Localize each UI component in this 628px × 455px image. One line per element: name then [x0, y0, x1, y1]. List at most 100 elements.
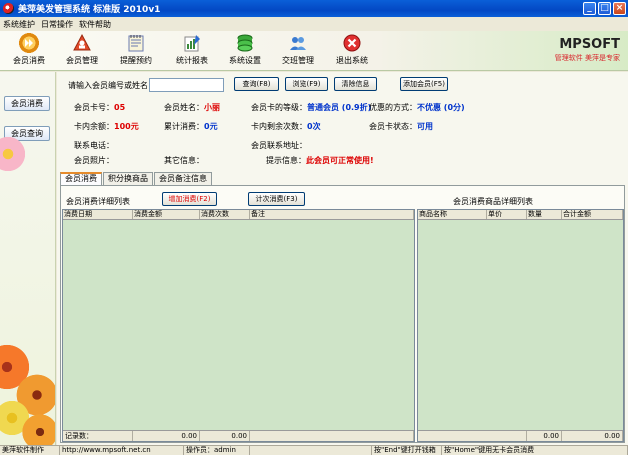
toolbar: 会员消费 会员管理 提醒预约 统计报表 系统设置 交班管理 退出系统 MPSOF…: [0, 31, 628, 71]
tab-panel-consume: 会员消费详细列表 增加消费(F2) 计次消费(F3) 会员消费商品详细列表 消费…: [60, 185, 625, 443]
sidebar: 会员消费 会员查询: [0, 72, 56, 445]
toolbar-label: 会员消费: [13, 56, 45, 65]
consume-goods-title: 会员消费商品详细列表: [453, 197, 533, 206]
sidebar-member-consume-button[interactable]: 会员消费: [4, 96, 50, 111]
report-icon: [182, 33, 202, 53]
window-controls: _ □ ×: [583, 2, 626, 15]
level-value: 普通会员 (0.9折): [307, 103, 372, 112]
status-end-key-hint: 按"End"键打开钱箱: [372, 446, 442, 455]
toolbar-label: 退出系统: [336, 56, 368, 65]
discount-label: 优惠的方式：: [369, 103, 417, 112]
consume-goods-grid[interactable]: 商品名称 单价 数量 合计金额 0.00 0.00: [417, 209, 624, 442]
count-consume-button[interactable]: 计次消费(F3): [248, 192, 305, 206]
balance-field: 卡内余额：100元: [74, 121, 139, 132]
total-field: 累计消费：0元: [164, 121, 218, 132]
sum-amount: 0.00: [133, 431, 200, 441]
mpsoft-logo: MPSOFT 管理软件 美萍是专家: [555, 37, 620, 63]
toolbar-label: 统计报表: [176, 56, 208, 65]
settings-stack-icon: [235, 33, 255, 53]
level-field: 会员卡的等级：普通会员 (0.9折): [251, 102, 371, 113]
times-value: 0次: [307, 122, 321, 131]
toolbar-label: 系统设置: [229, 56, 261, 65]
footer-blank: [418, 431, 527, 441]
record-count-label: 记录数：: [63, 431, 133, 441]
toolbar-exit-button[interactable]: 退出系统: [329, 33, 375, 69]
col-consume-amount[interactable]: 消费金额: [133, 210, 200, 219]
minimize-button[interactable]: _: [583, 2, 596, 15]
grid-header: 商品名称 单价 数量 合计金额: [418, 210, 623, 220]
address-field: 会员联系地址：: [251, 140, 307, 151]
toolbar-member-consume-button[interactable]: 会员消费: [6, 33, 52, 69]
flower-decoration: [20, 412, 55, 445]
phone-field: 联系电话：: [74, 140, 114, 151]
toolbar-label: 交班管理: [282, 56, 314, 65]
balance-value: 100元: [114, 122, 139, 131]
discount-field: 优惠的方式：不优惠 (0分): [369, 102, 465, 113]
forward-icon: [19, 33, 39, 53]
photo-label: 会员照片：: [74, 156, 114, 165]
notepad-icon: [126, 33, 146, 53]
maximize-button[interactable]: □: [598, 2, 611, 15]
add-member-button[interactable]: 添加会员(F5): [400, 77, 448, 91]
menu-daily[interactable]: 日常操作: [38, 19, 76, 30]
address-label: 会员联系地址：: [251, 141, 307, 150]
card-status-value: 可用: [417, 122, 433, 131]
card-no-value: 05: [114, 103, 126, 112]
card-no-label: 会员卡号：: [74, 103, 114, 112]
col-quantity[interactable]: 数量: [527, 210, 562, 219]
toolbar-label: 提醒预约: [120, 56, 152, 65]
col-consume-times[interactable]: 消费次数: [200, 210, 250, 219]
browse-button[interactable]: 浏览(F9): [285, 77, 328, 91]
col-unit-price[interactable]: 单价: [487, 210, 527, 219]
member-search-input[interactable]: [149, 78, 224, 92]
consume-detail-title: 会员消费详细列表: [66, 197, 130, 206]
sum-total-amount: 0.00: [562, 431, 623, 441]
tip-label: 提示信息：: [266, 156, 306, 165]
clear-info-button[interactable]: 清除信息: [334, 77, 377, 91]
toolbar-label: 会员管理: [66, 56, 98, 65]
sum-times: 0.00: [200, 431, 250, 441]
card-no-field: 会员卡号：05: [74, 102, 125, 113]
total-label: 累计消费：: [164, 122, 204, 131]
shift-icon: [288, 33, 308, 53]
name-value: 小丽: [204, 103, 220, 112]
status-operator: 操作员：admin: [184, 446, 250, 455]
level-label: 会员卡的等级：: [251, 103, 307, 112]
col-consume-date[interactable]: 消费日期: [63, 210, 133, 219]
grid-header: 消费日期 消费金额 消费次数 备注: [63, 210, 414, 220]
menu-help[interactable]: 软件帮助: [76, 19, 114, 30]
close-button[interactable]: ×: [613, 2, 626, 15]
tip-field: 提示信息：此会员可正常使用!: [266, 155, 374, 166]
exit-icon: [342, 33, 362, 53]
balance-label: 卡内余额：: [74, 122, 114, 131]
tab-member-consume[interactable]: 会员消费: [60, 172, 102, 186]
query-button[interactable]: 查询(F8): [234, 77, 279, 91]
times-field: 卡内剩余次数：0次: [251, 121, 321, 132]
col-total-amount[interactable]: 合计金额: [562, 210, 623, 219]
col-remark[interactable]: 备注: [250, 210, 414, 219]
toolbar-member-manage-button[interactable]: 会员管理: [59, 33, 105, 69]
logo-slogan: 管理软件 美萍是专家: [554, 54, 620, 62]
grid-footer: 0.00 0.00: [418, 430, 623, 441]
add-consume-button[interactable]: 增加消费(F2): [162, 192, 217, 206]
col-goods-name[interactable]: 商品名称: [418, 210, 487, 219]
consume-detail-grid[interactable]: 消费日期 消费金额 消费次数 备注 记录数： 0.00 0.00: [62, 209, 415, 442]
menu-system[interactable]: 系统维护: [0, 19, 38, 30]
search-label: 请输入会员编号或姓名: [68, 81, 148, 90]
other-info-label: 其它信息：: [164, 156, 204, 165]
grid-footer: 记录数： 0.00 0.00: [63, 430, 414, 441]
tip-value: 此会员可正常使用!: [306, 156, 374, 165]
toolbar-reminder-button[interactable]: 提醒预约: [113, 33, 159, 69]
tab-strip: 会员消费 积分换商品 会员备注信息: [60, 172, 213, 186]
toolbar-shift-button[interactable]: 交班管理: [275, 33, 321, 69]
user-manage-icon: [72, 33, 92, 53]
tab-points-exchange[interactable]: 积分换商品: [103, 172, 153, 185]
toolbar-settings-button[interactable]: 系统设置: [222, 33, 268, 69]
card-status-label: 会员卡状态：: [369, 122, 417, 131]
total-value: 0元: [204, 122, 218, 131]
window-title: 美萍美发管理系统 标准版 2010v1: [18, 5, 161, 15]
menu-bar: 系统维护 日常操作 软件帮助: [0, 17, 628, 31]
photo-field: 会员照片：: [74, 155, 114, 166]
tab-member-notes[interactable]: 会员备注信息: [154, 172, 212, 185]
toolbar-report-button[interactable]: 统计报表: [169, 33, 215, 69]
